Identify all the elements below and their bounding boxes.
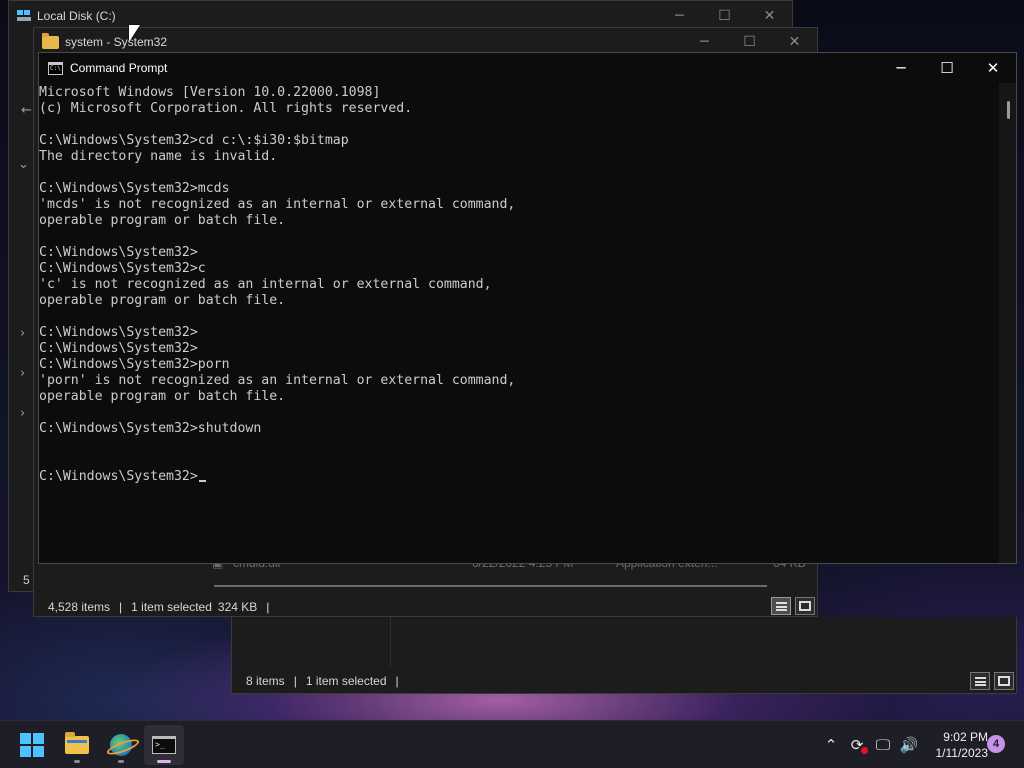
text-cursor xyxy=(198,480,206,482)
title-bar[interactable]: C:\ Command Prompt ─ ☐ ✕ xyxy=(39,53,1016,83)
console-output[interactable]: Microsoft Windows [Version 10.0.22000.10… xyxy=(39,85,1001,563)
clock-time: 9:02 PM xyxy=(943,730,988,744)
selection-count: 1 item selected xyxy=(305,674,387,688)
folder-icon xyxy=(42,32,59,49)
console-line: C:\Windows\System32>mcds xyxy=(39,181,230,196)
network-icon[interactable]: 🖵 xyxy=(870,736,896,754)
chevron-right-icon[interactable]: › xyxy=(20,406,25,421)
console-line: 'porn' is not recognized as an internal … xyxy=(39,373,516,388)
system-tray: ⌃ ⟳ 🖵 🔊 xyxy=(818,721,922,768)
notification-badge[interactable]: 4 xyxy=(987,735,1005,753)
sync-icon[interactable]: ⟳ xyxy=(844,736,870,754)
clock[interactable]: 9:02 PM 1/11/2023 xyxy=(924,729,989,761)
scrollbar-thumb[interactable] xyxy=(1007,101,1010,119)
console-line: 'c' is not recognized as an internal or … xyxy=(39,277,492,292)
details-view-button[interactable] xyxy=(970,672,990,690)
terminal-icon: C:\ xyxy=(48,61,63,75)
console-line: C:\Windows\System32>shutdown xyxy=(39,421,262,436)
console-line: C:\Windows\System32>cd c:\:$i30:$bitmap xyxy=(39,133,349,148)
selection-count: 1 item selected xyxy=(131,600,212,614)
status-bar: 8 items | 1 item selected | xyxy=(246,674,399,688)
view-toggle xyxy=(771,597,815,615)
running-indicator xyxy=(157,760,171,763)
large-icons-view-button[interactable] xyxy=(795,597,815,615)
console-line: C:\Windows\System32>c xyxy=(39,261,206,276)
console-line: C:\Windows\System32>porn xyxy=(39,357,230,372)
console-line: The directory name is invalid. xyxy=(39,149,278,164)
pane-divider xyxy=(390,617,391,667)
folder-icon xyxy=(65,732,89,754)
start-button[interactable] xyxy=(12,725,52,765)
details-view-icon xyxy=(974,676,986,686)
console-line: operable program or batch file. xyxy=(39,293,286,308)
chevron-down-icon[interactable]: ⌄ xyxy=(18,157,29,172)
show-hidden-icons-chevron-icon[interactable]: ⌃ xyxy=(818,736,844,754)
selection-size: 324 KB xyxy=(217,600,258,614)
window-title: Command Prompt xyxy=(70,61,168,75)
item-count: 8 items xyxy=(246,674,285,688)
command-prompt-window: C:\ Command Prompt ─ ☐ ✕ Microsoft Windo… xyxy=(38,52,1017,564)
large-icons-view-icon xyxy=(998,676,1010,686)
nav-pane-edge: ← ⌄ › › › xyxy=(9,31,35,591)
taskbar: >_ ⌃ ⟳ 🖵 🔊 9:02 PM 1/11/2023 xyxy=(0,720,1024,768)
running-indicator xyxy=(74,760,80,763)
running-indicator xyxy=(118,760,124,763)
window-title: Local Disk (C:) xyxy=(37,9,116,23)
view-toggle xyxy=(970,672,1014,690)
mouse-pointer xyxy=(129,25,140,42)
terminal-icon: >_ xyxy=(152,736,176,754)
item-count: 4,528 items xyxy=(48,600,111,614)
console-line: Microsoft Windows [Version 10.0.22000.10… xyxy=(39,85,381,100)
maximize-button[interactable]: ☐ xyxy=(924,53,970,83)
vertical-scrollbar[interactable] xyxy=(999,83,1016,563)
details-view-icon xyxy=(775,601,787,611)
volume-icon[interactable]: 🔊 xyxy=(896,736,922,754)
taskbar-network-app[interactable] xyxy=(101,725,141,765)
console-line: (c) Microsoft Corporation. All rights re… xyxy=(39,101,413,116)
windows-logo-icon xyxy=(20,733,44,757)
console-prompt: C:\Windows\System32> xyxy=(39,469,198,484)
error-dot xyxy=(861,747,868,754)
close-button[interactable]: ✕ xyxy=(970,53,1016,83)
console-line: C:\Windows\System32> xyxy=(39,325,198,340)
horizontal-scrollbar[interactable] xyxy=(214,585,767,587)
status-bar: 4,528 items | 1 item selected 324 KB | xyxy=(48,600,270,614)
back-arrow-icon[interactable]: ← xyxy=(21,103,32,118)
console-line: C:\Windows\System32> xyxy=(39,245,198,260)
large-icons-view-button[interactable] xyxy=(994,672,1014,690)
minimize-button[interactable]: ─ xyxy=(878,53,924,83)
console-prompt-line[interactable]: C:\Windows\System32> xyxy=(39,469,1001,485)
explorer-window-bottom: 8 items | 1 item selected | xyxy=(231,617,1017,694)
taskbar-command-prompt[interactable]: >_ xyxy=(144,725,184,765)
console-line: 'mcds' is not recognized as an internal … xyxy=(39,197,516,212)
console-line: operable program or batch file. xyxy=(39,389,286,404)
console-line: operable program or batch file. xyxy=(39,213,286,228)
console-line: C:\Windows\System32> xyxy=(39,341,198,356)
taskbar-file-explorer[interactable] xyxy=(57,725,97,765)
chevron-right-icon[interactable]: › xyxy=(20,326,25,341)
chevron-right-icon[interactable]: › xyxy=(20,366,25,381)
clock-date: 1/11/2023 xyxy=(935,746,989,760)
details-view-button[interactable] xyxy=(771,597,791,615)
globe-icon xyxy=(110,734,132,756)
window-title: system - System32 xyxy=(65,35,168,49)
drive-icon xyxy=(17,10,31,22)
large-icons-view-icon xyxy=(799,601,811,611)
